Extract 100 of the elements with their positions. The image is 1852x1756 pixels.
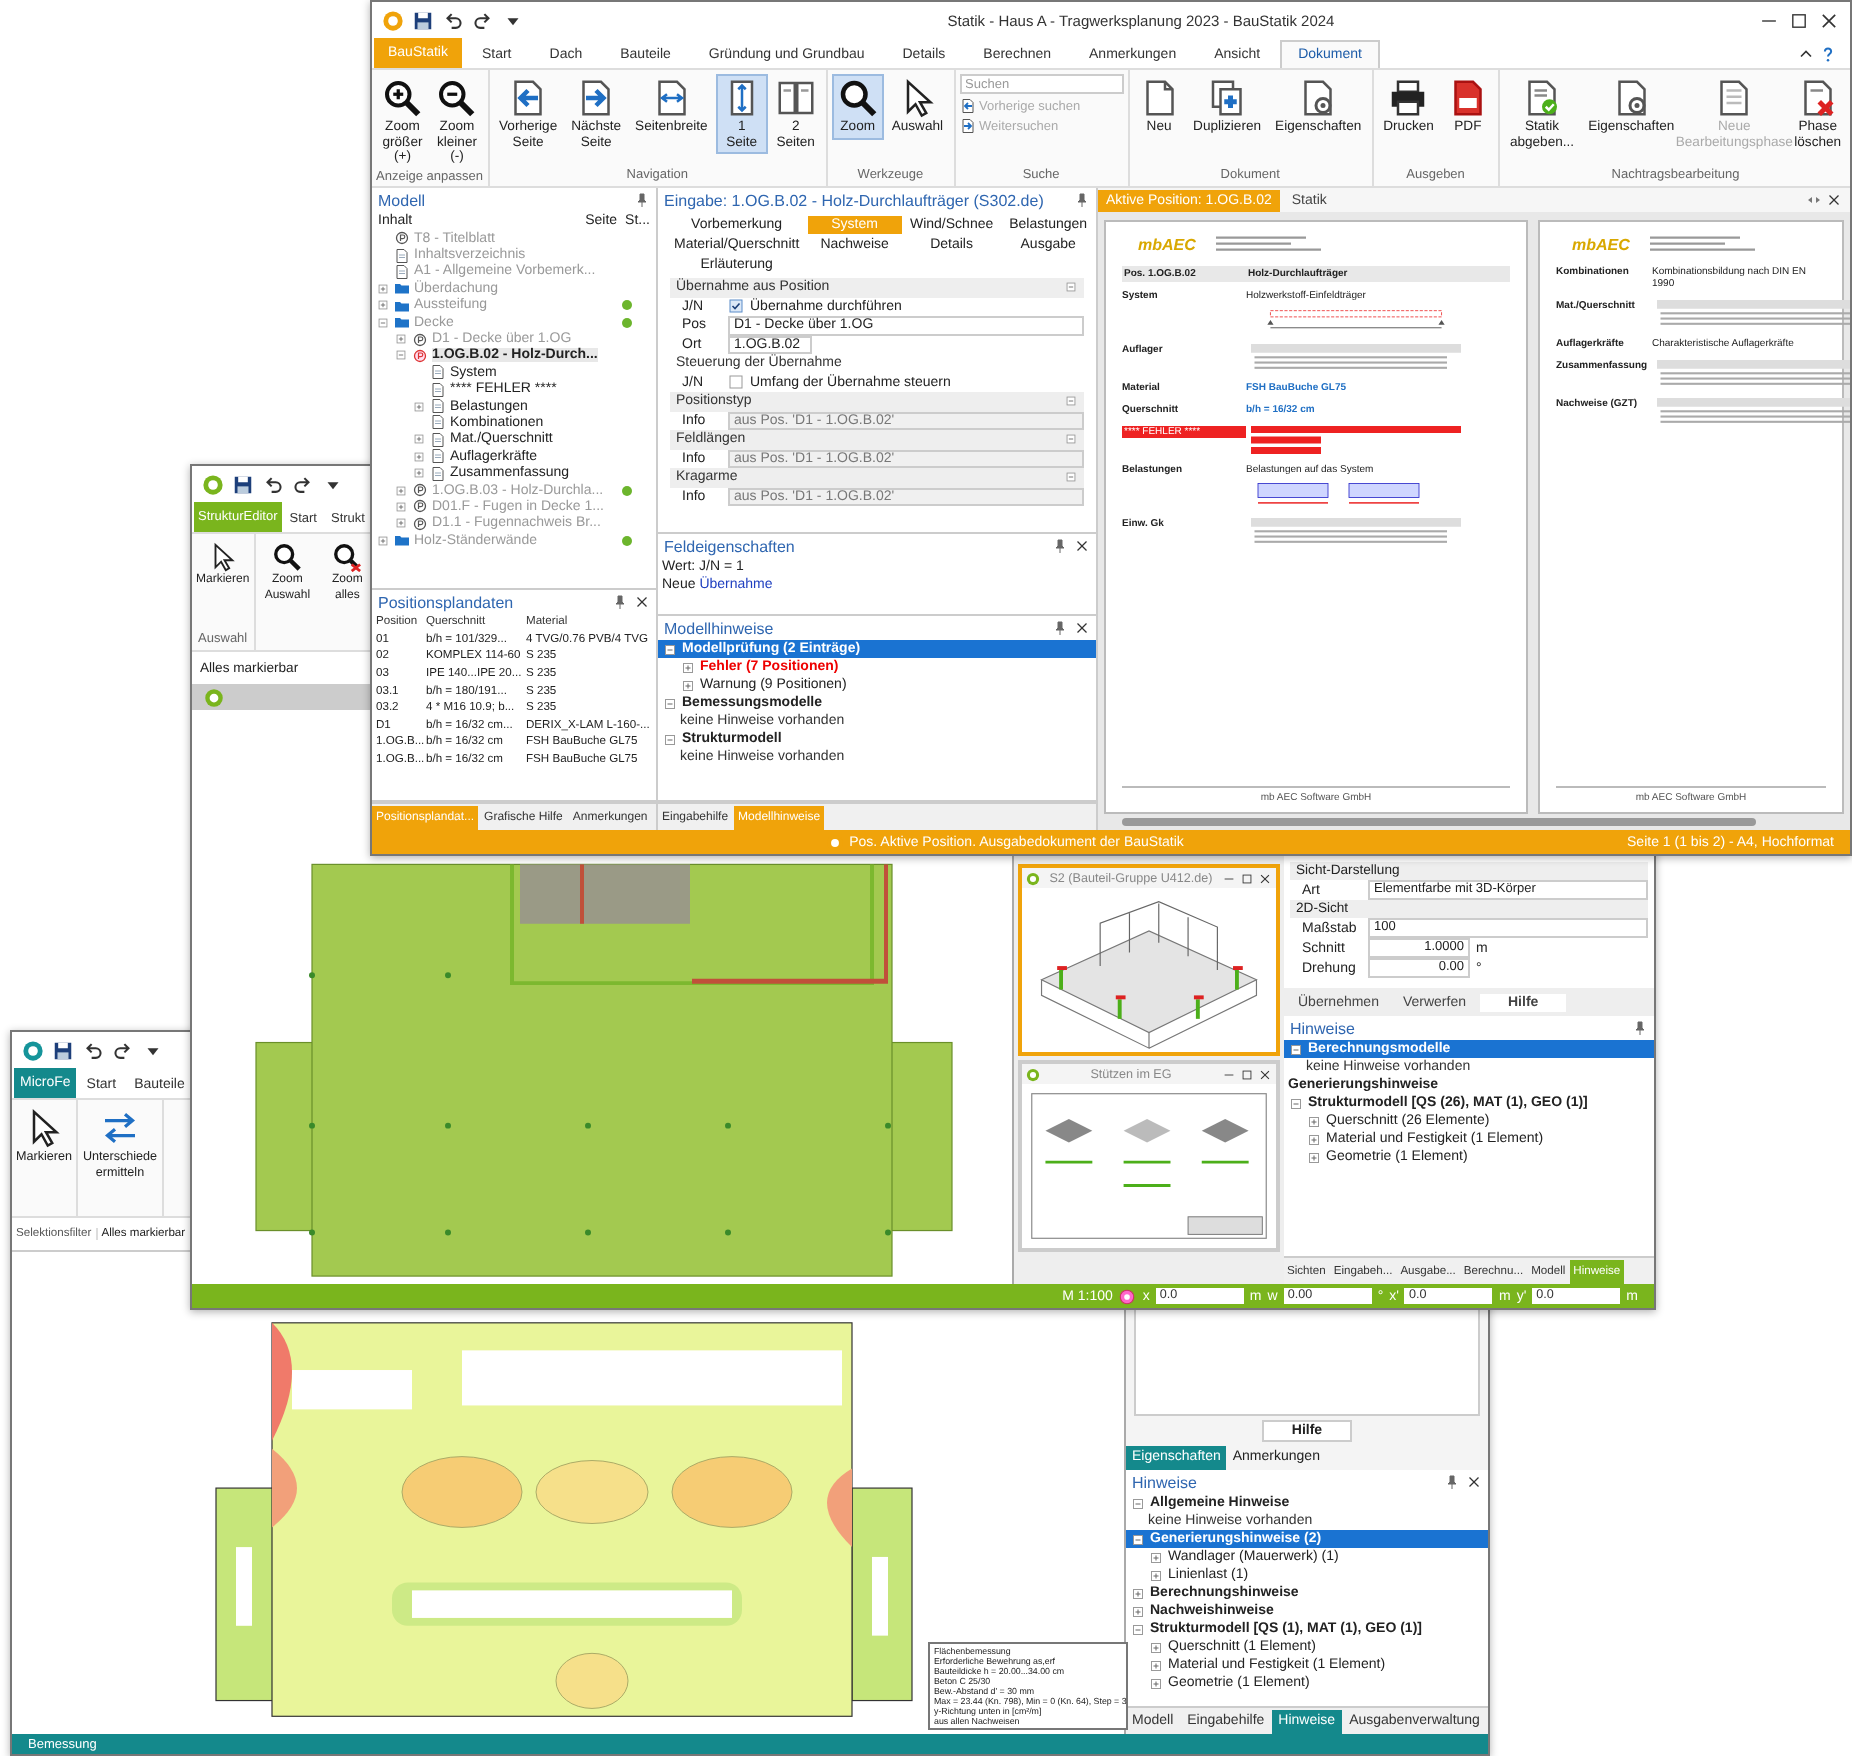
redo-icon[interactable] [472, 9, 494, 31]
position-status-icon [825, 833, 844, 851]
collapse-icon[interactable] [1064, 432, 1078, 447]
expander-icon[interactable] [1130, 1531, 1146, 1547]
close-icon[interactable] [1466, 1474, 1482, 1490]
expander-icon[interactable] [376, 533, 390, 548]
search-icon [272, 542, 303, 572]
redo-icon[interactable] [112, 1039, 134, 1061]
expander-icon[interactable] [680, 677, 696, 693]
expander-icon[interactable] [376, 315, 390, 330]
printer-icon [1388, 78, 1429, 118]
panel-title: Modellhinweise [664, 619, 776, 637]
collapse-icon[interactable] [1064, 280, 1078, 295]
navigation-arrows-icon[interactable] [1806, 192, 1822, 208]
expander-icon[interactable] [1130, 1495, 1146, 1511]
pin-icon[interactable] [1444, 1474, 1460, 1490]
target-icon[interactable] [1118, 1287, 1137, 1305]
expander-icon[interactable] [394, 516, 408, 531]
checkbox[interactable] [728, 298, 744, 315]
expander-icon[interactable] [1148, 1657, 1164, 1673]
close-icon[interactable] [634, 594, 650, 610]
app-logo-icon[interactable] [22, 1039, 44, 1061]
panel-title: Modell [378, 191, 428, 209]
company-logo: mbAEC [1572, 235, 1630, 253]
close-icon[interactable] [1258, 871, 1272, 885]
help-icon[interactable] [1818, 43, 1838, 63]
undo-icon[interactable] [82, 1039, 104, 1061]
pin-icon[interactable] [1074, 192, 1090, 208]
expander-icon[interactable] [412, 466, 426, 481]
error-position-icon [412, 347, 428, 364]
zoom-in-icon [382, 78, 423, 118]
pin-icon[interactable] [1052, 620, 1068, 636]
expander-icon[interactable] [1148, 1549, 1164, 1565]
expander-icon[interactable] [376, 281, 390, 296]
expander-icon[interactable] [1130, 1603, 1146, 1619]
expander-icon[interactable] [394, 332, 408, 347]
maximize-icon[interactable] [1788, 9, 1810, 31]
checkbox[interactable] [728, 374, 744, 391]
expander-icon[interactable] [1130, 1621, 1146, 1637]
expander-icon[interactable] [394, 499, 408, 514]
pin-icon[interactable] [612, 594, 628, 610]
right-arrow-icon [959, 118, 976, 134]
close-icon[interactable] [1074, 538, 1090, 554]
expander-icon[interactable] [394, 348, 408, 363]
close-icon[interactable] [1258, 1067, 1272, 1081]
expander-icon[interactable] [1288, 1095, 1304, 1111]
save-icon[interactable] [232, 473, 254, 495]
document-check-icon [1522, 78, 1562, 118]
close-icon[interactable] [1818, 9, 1840, 31]
expander-icon[interactable] [1306, 1149, 1322, 1165]
close-icon[interactable] [1826, 192, 1842, 208]
panel-title: Hinweise [1132, 1473, 1199, 1491]
save-icon[interactable] [412, 9, 434, 31]
two-pages-icon [775, 78, 816, 118]
expander-icon[interactable] [412, 449, 426, 464]
redo-icon[interactable] [292, 473, 314, 495]
left-arrow-icon [959, 98, 976, 114]
expander-icon[interactable] [662, 641, 678, 657]
panel-title: Positionsplandaten [378, 593, 516, 611]
expander-icon[interactable] [680, 659, 696, 675]
expander-icon[interactable] [1306, 1131, 1322, 1147]
app-logo-icon[interactable] [382, 9, 404, 31]
view-logo-icon [1026, 871, 1040, 885]
expander-icon[interactable] [1288, 1041, 1304, 1057]
expander-icon[interactable] [1148, 1567, 1164, 1583]
duplicate-icon [1207, 78, 1248, 118]
zoom-out-icon [436, 78, 477, 118]
view-logo-icon [1026, 1067, 1040, 1081]
search-icon [837, 78, 878, 118]
expander-icon[interactable] [1148, 1639, 1164, 1655]
expander-icon[interactable] [412, 432, 426, 447]
save-icon[interactable] [52, 1039, 74, 1061]
folder-icon [394, 532, 410, 549]
expander-icon[interactable] [1148, 1675, 1164, 1691]
view-logo-icon [204, 688, 224, 708]
undo-icon[interactable] [442, 9, 464, 31]
expander-icon[interactable] [394, 483, 408, 498]
expander-icon[interactable] [412, 399, 426, 414]
scrollbar-thumb[interactable] [1122, 818, 1756, 826]
pin-icon[interactable] [634, 192, 650, 208]
collapse-icon[interactable] [1064, 394, 1078, 409]
expander-icon[interactable] [1130, 1585, 1146, 1601]
panel-title: Feldeigenschaften [664, 537, 797, 555]
company-logo: mbAEC [1138, 235, 1196, 253]
position-icon [394, 230, 410, 247]
panel-title: Eingabe: 1.OG.B.02 - Holz-Durchlaufträger (S302.de) [664, 191, 1046, 209]
panel-title: Hinweise [1290, 1019, 1357, 1037]
pin-icon[interactable] [1632, 1020, 1648, 1036]
expander-icon[interactable] [662, 695, 678, 711]
undo-icon[interactable] [262, 473, 284, 495]
pin-icon[interactable] [1052, 538, 1068, 554]
position-icon [412, 331, 428, 348]
expander-icon[interactable] [662, 731, 678, 747]
app-logo-icon[interactable] [202, 473, 224, 495]
swap-arrows-icon [100, 1108, 140, 1148]
collapse-icon[interactable] [1064, 470, 1078, 485]
expander-icon[interactable] [1306, 1113, 1322, 1129]
magnifier-cross-icon [332, 542, 363, 572]
close-icon[interactable] [1074, 620, 1090, 636]
expander-icon[interactable] [376, 298, 390, 313]
